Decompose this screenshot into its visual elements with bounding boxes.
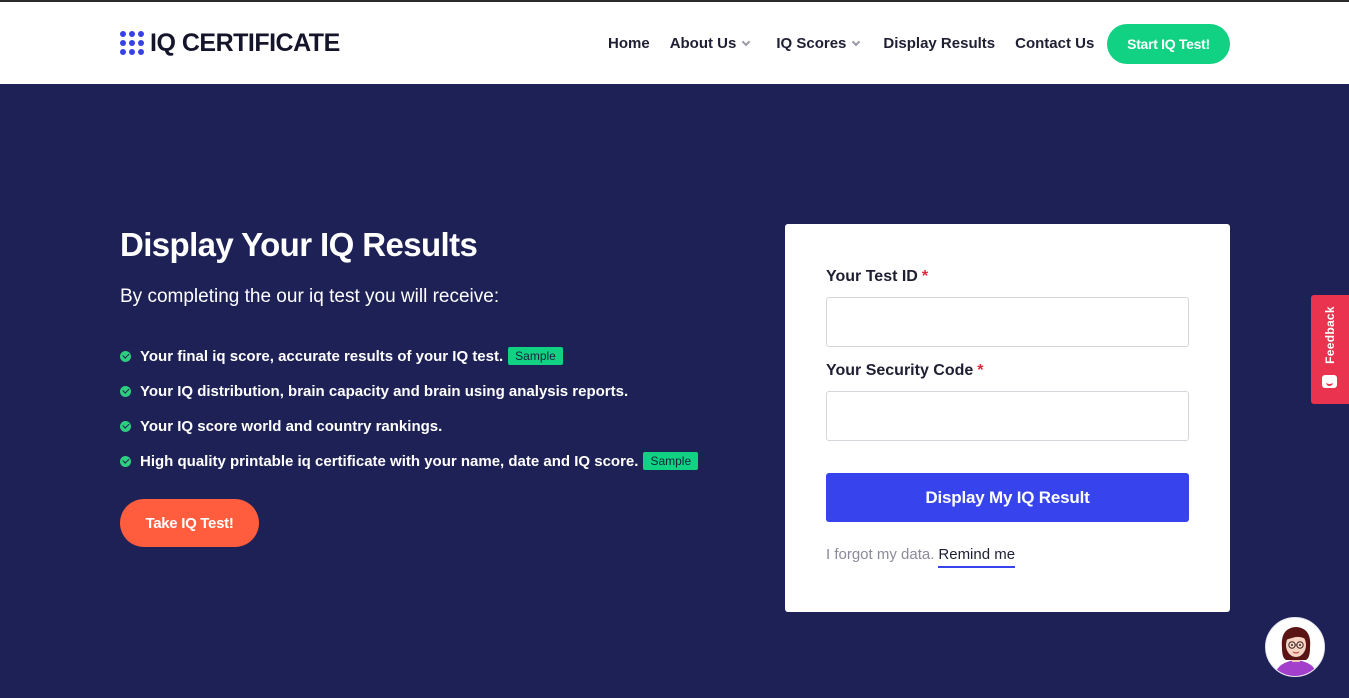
check-circle-icon	[120, 350, 131, 362]
forgot-data-row: I forgot my data. Remind me	[826, 546, 1016, 568]
nav-about-us[interactable]: About Us	[669, 34, 751, 52]
hero-subtitle: By completing the our iq test you will r…	[120, 286, 500, 307]
security-code-label-text: Your Security Code	[826, 362, 974, 379]
avatar-icon	[1266, 618, 1324, 676]
nav-iq-scores[interactable]: IQ Scores	[776, 34, 861, 52]
nav-contact-us[interactable]: Contact Us	[1015, 35, 1094, 52]
feedback-tab[interactable]: Feedback	[1311, 295, 1349, 404]
nav-display-results[interactable]: Display Results	[883, 35, 995, 52]
benefit-text: High quality printable iq certificate wi…	[140, 452, 639, 470]
benefit-text: Your IQ distribution, brain capacity and…	[140, 382, 629, 400]
remind-me-link[interactable]: Remind me	[938, 546, 1016, 568]
security-code-input[interactable]	[826, 391, 1189, 441]
required-mark: *	[921, 268, 929, 285]
chat-widget-button[interactable]	[1265, 617, 1325, 677]
display-result-button[interactable]: Display My IQ Result	[826, 473, 1189, 522]
feedback-label: Feedback	[1323, 306, 1337, 364]
nav-home[interactable]: Home	[608, 35, 650, 52]
test-id-label: Your Test ID *	[826, 268, 928, 286]
logo-text: IQ CERTIFICATE	[150, 28, 340, 57]
chevron-down-icon	[852, 37, 861, 46]
nav-about-us-label: About Us	[669, 34, 737, 52]
benefit-item: Your IQ score world and country rankings…	[120, 415, 698, 437]
required-mark: *	[977, 362, 984, 379]
security-code-label: Your Security Code *	[826, 362, 984, 380]
page-title: Display Your IQ Results	[120, 226, 478, 263]
nav-iq-scores-label: IQ Scores	[776, 34, 847, 52]
forgot-text: I forgot my data.	[826, 546, 935, 563]
nav-home-label: Home	[608, 34, 650, 52]
benefit-text: Your final iq score, accurate results of…	[140, 347, 504, 365]
site-logo[interactable]: IQ CERTIFICATE	[120, 29, 340, 57]
test-id-label-text: Your Test ID	[826, 268, 918, 285]
test-id-input[interactable]	[826, 297, 1189, 347]
site-header: IQ CERTIFICATE Home About Us IQ Scores D…	[0, 2, 1349, 84]
sample-badge-link[interactable]: Sample	[508, 347, 563, 365]
check-circle-icon	[120, 420, 131, 432]
main-nav: Home About Us IQ Scores Display Results …	[608, 32, 1094, 54]
take-iq-test-button[interactable]: Take IQ Test!	[120, 499, 259, 547]
check-circle-icon	[120, 455, 131, 467]
benefit-item: Your IQ distribution, brain capacity and…	[120, 380, 698, 402]
smiley-icon	[1322, 375, 1337, 388]
start-iq-test-button[interactable]: Start IQ Test!	[1107, 24, 1230, 64]
sample-badge-link[interactable]: Sample	[643, 452, 699, 470]
benefit-item: High quality printable iq certificate wi…	[120, 450, 699, 472]
nav-display-results-label: Display Results	[883, 34, 996, 52]
benefits-list: Your final iq score, accurate results of…	[120, 345, 699, 485]
benefit-text: Your IQ score world and country rankings…	[140, 417, 443, 435]
dot-grid-icon	[120, 31, 144, 55]
chevron-down-icon	[742, 37, 751, 46]
results-form-card: Your Test ID * Your Security Code * Displa…	[785, 224, 1230, 612]
check-circle-icon	[120, 385, 131, 397]
nav-contact-us-label: Contact Us	[1015, 34, 1095, 52]
benefit-item: Your final iq score, accurate results of…	[120, 345, 698, 367]
